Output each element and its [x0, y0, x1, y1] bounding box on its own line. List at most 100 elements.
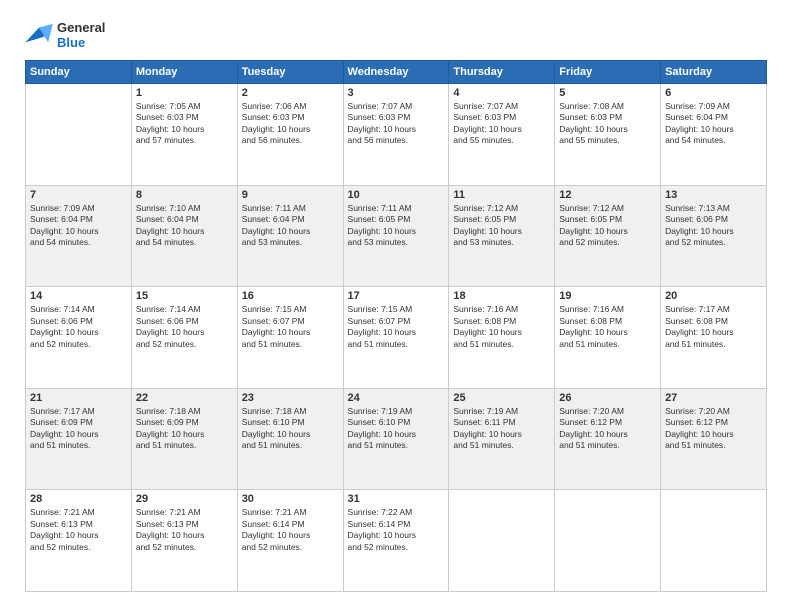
day-info: Sunrise: 7:21 AM Sunset: 6:14 PM Dayligh… — [242, 507, 339, 553]
day-number: 21 — [30, 392, 127, 404]
calendar-cell: 26 Sunrise: 7:20 AM Sunset: 6:12 PM Dayli… — [555, 388, 661, 490]
day-number: 27 — [665, 392, 762, 404]
day-number: 7 — [30, 189, 127, 201]
day-info: Sunrise: 7:15 AM Sunset: 6:07 PM Dayligh… — [242, 304, 339, 350]
day-info: Sunrise: 7:15 AM Sunset: 6:07 PM Dayligh… — [348, 304, 445, 350]
day-number: 25 — [453, 392, 550, 404]
day-info: Sunrise: 7:11 AM Sunset: 6:04 PM Dayligh… — [242, 203, 339, 249]
calendar-cell — [661, 490, 767, 592]
day-info: Sunrise: 7:18 AM Sunset: 6:10 PM Dayligh… — [242, 406, 339, 452]
day-info: Sunrise: 7:20 AM Sunset: 6:12 PM Dayligh… — [665, 406, 762, 452]
day-number: 30 — [242, 493, 339, 505]
calendar-cell — [26, 84, 132, 186]
day-info: Sunrise: 7:20 AM Sunset: 6:12 PM Dayligh… — [559, 406, 656, 452]
calendar-cell: 2Sunrise: 7:06 AM Sunset: 6:03 PM Daylig… — [237, 84, 343, 186]
calendar-cell: 18 Sunrise: 7:16 AM Sunset: 6:08 PM Dayli… — [449, 287, 555, 389]
calendar-table: SundayMondayTuesdayWednesdayThursdayFrid… — [25, 60, 767, 592]
week-row-3: 14 Sunrise: 7:14 AM Sunset: 6:06 PM Dayli… — [26, 287, 767, 389]
page: General Blue SundayMondayTuesdayWednesda… — [0, 0, 792, 612]
day-number: 3 — [348, 87, 445, 99]
day-number: 18 — [453, 290, 550, 302]
day-info: Sunrise: 7:16 AM Sunset: 6:08 PM Dayligh… — [453, 304, 550, 350]
week-row-4: 21 Sunrise: 7:17 AM Sunset: 6:09 PM Dayli… — [26, 388, 767, 490]
day-number: 6 — [665, 87, 762, 99]
week-row-5: 28Sunrise: 7:21 AM Sunset: 6:13 PM Dayli… — [26, 490, 767, 592]
day-info: Sunrise: 7:17 AM Sunset: 6:09 PM Dayligh… — [30, 406, 127, 452]
day-number: 9 — [242, 189, 339, 201]
day-info: Sunrise: 7:21 AM Sunset: 6:13 PM Dayligh… — [136, 507, 233, 553]
day-number: 12 — [559, 189, 656, 201]
day-info: Sunrise: 7:11 AM Sunset: 6:05 PM Dayligh… — [348, 203, 445, 249]
day-header-tuesday: Tuesday — [237, 61, 343, 84]
day-number: 2 — [242, 87, 339, 99]
day-number: 14 — [30, 290, 127, 302]
calendar-cell: 8 Sunrise: 7:10 AM Sunset: 6:04 PM Daylig… — [131, 185, 237, 287]
header: General Blue — [25, 20, 767, 50]
day-header-monday: Monday — [131, 61, 237, 84]
day-info: Sunrise: 7:12 AM Sunset: 6:05 PM Dayligh… — [453, 203, 550, 249]
logo-icon — [25, 24, 53, 46]
day-number: 17 — [348, 290, 445, 302]
day-number: 11 — [453, 189, 550, 201]
calendar-cell: 9 Sunrise: 7:11 AM Sunset: 6:04 PM Daylig… — [237, 185, 343, 287]
day-number: 13 — [665, 189, 762, 201]
calendar-cell: 14 Sunrise: 7:14 AM Sunset: 6:06 PM Dayli… — [26, 287, 132, 389]
calendar-cell: 3 Sunrise: 7:07 AM Sunset: 6:03 PM Daylig… — [343, 84, 449, 186]
day-number: 31 — [348, 493, 445, 505]
day-number: 8 — [136, 189, 233, 201]
day-number: 4 — [453, 87, 550, 99]
calendar-cell: 13 Sunrise: 7:13 AM Sunset: 6:06 PM Dayli… — [661, 185, 767, 287]
day-header-wednesday: Wednesday — [343, 61, 449, 84]
calendar-cell: 23 Sunrise: 7:18 AM Sunset: 6:10 PM Dayli… — [237, 388, 343, 490]
day-header-saturday: Saturday — [661, 61, 767, 84]
day-info: Sunrise: 7:10 AM Sunset: 6:04 PM Dayligh… — [136, 203, 233, 249]
day-number: 24 — [348, 392, 445, 404]
calendar-cell: 28Sunrise: 7:21 AM Sunset: 6:13 PM Dayli… — [26, 490, 132, 592]
week-row-1: 1Sunrise: 7:05 AM Sunset: 6:03 PM Daylig… — [26, 84, 767, 186]
day-number: 15 — [136, 290, 233, 302]
day-info: Sunrise: 7:22 AM Sunset: 6:14 PM Dayligh… — [348, 507, 445, 553]
day-info: Sunrise: 7:17 AM Sunset: 6:08 PM Dayligh… — [665, 304, 762, 350]
calendar-cell — [449, 490, 555, 592]
day-number: 5 — [559, 87, 656, 99]
calendar-cell: 1Sunrise: 7:05 AM Sunset: 6:03 PM Daylig… — [131, 84, 237, 186]
day-header-thursday: Thursday — [449, 61, 555, 84]
day-number: 26 — [559, 392, 656, 404]
calendar-cell: 25Sunrise: 7:19 AM Sunset: 6:11 PM Dayli… — [449, 388, 555, 490]
day-info: Sunrise: 7:09 AM Sunset: 6:04 PM Dayligh… — [30, 203, 127, 249]
day-info: Sunrise: 7:18 AM Sunset: 6:09 PM Dayligh… — [136, 406, 233, 452]
day-info: Sunrise: 7:19 AM Sunset: 6:10 PM Dayligh… — [348, 406, 445, 452]
calendar-cell: 10Sunrise: 7:11 AM Sunset: 6:05 PM Dayli… — [343, 185, 449, 287]
calendar-cell: 24 Sunrise: 7:19 AM Sunset: 6:10 PM Dayli… — [343, 388, 449, 490]
day-info: Sunrise: 7:05 AM Sunset: 6:03 PM Dayligh… — [136, 101, 233, 147]
calendar-cell — [555, 490, 661, 592]
calendar-cell: 11 Sunrise: 7:12 AM Sunset: 6:05 PM Dayli… — [449, 185, 555, 287]
calendar-cell: 31 Sunrise: 7:22 AM Sunset: 6:14 PM Dayli… — [343, 490, 449, 592]
calendar-cell: 4Sunrise: 7:07 AM Sunset: 6:03 PM Daylig… — [449, 84, 555, 186]
day-info: Sunrise: 7:14 AM Sunset: 6:06 PM Dayligh… — [30, 304, 127, 350]
calendar-cell: 7 Sunrise: 7:09 AM Sunset: 6:04 PM Daylig… — [26, 185, 132, 287]
day-info: Sunrise: 7:07 AM Sunset: 6:03 PM Dayligh… — [348, 101, 445, 147]
calendar-cell: 16 Sunrise: 7:15 AM Sunset: 6:07 PM Dayli… — [237, 287, 343, 389]
day-info: Sunrise: 7:14 AM Sunset: 6:06 PM Dayligh… — [136, 304, 233, 350]
day-number: 23 — [242, 392, 339, 404]
calendar-cell: 6Sunrise: 7:09 AM Sunset: 6:04 PM Daylig… — [661, 84, 767, 186]
day-info: Sunrise: 7:13 AM Sunset: 6:06 PM Dayligh… — [665, 203, 762, 249]
day-info: Sunrise: 7:21 AM Sunset: 6:13 PM Dayligh… — [30, 507, 127, 553]
calendar-cell: 17 Sunrise: 7:15 AM Sunset: 6:07 PM Dayli… — [343, 287, 449, 389]
calendar-cell: 15 Sunrise: 7:14 AM Sunset: 6:06 PM Dayli… — [131, 287, 237, 389]
calendar-cell: 22 Sunrise: 7:18 AM Sunset: 6:09 PM Dayli… — [131, 388, 237, 490]
day-number: 19 — [559, 290, 656, 302]
calendar-cell: 29 Sunrise: 7:21 AM Sunset: 6:13 PM Dayli… — [131, 490, 237, 592]
calendar-cell: 30 Sunrise: 7:21 AM Sunset: 6:14 PM Dayli… — [237, 490, 343, 592]
calendar-cell: 27 Sunrise: 7:20 AM Sunset: 6:12 PM Dayli… — [661, 388, 767, 490]
calendar-cell: 20Sunrise: 7:17 AM Sunset: 6:08 PM Dayli… — [661, 287, 767, 389]
calendar-cell: 19Sunrise: 7:16 AM Sunset: 6:08 PM Dayli… — [555, 287, 661, 389]
day-number: 29 — [136, 493, 233, 505]
day-number: 22 — [136, 392, 233, 404]
day-header-sunday: Sunday — [26, 61, 132, 84]
logo-text: General Blue — [57, 20, 105, 50]
day-number: 16 — [242, 290, 339, 302]
logo: General Blue — [25, 20, 105, 50]
day-header-friday: Friday — [555, 61, 661, 84]
